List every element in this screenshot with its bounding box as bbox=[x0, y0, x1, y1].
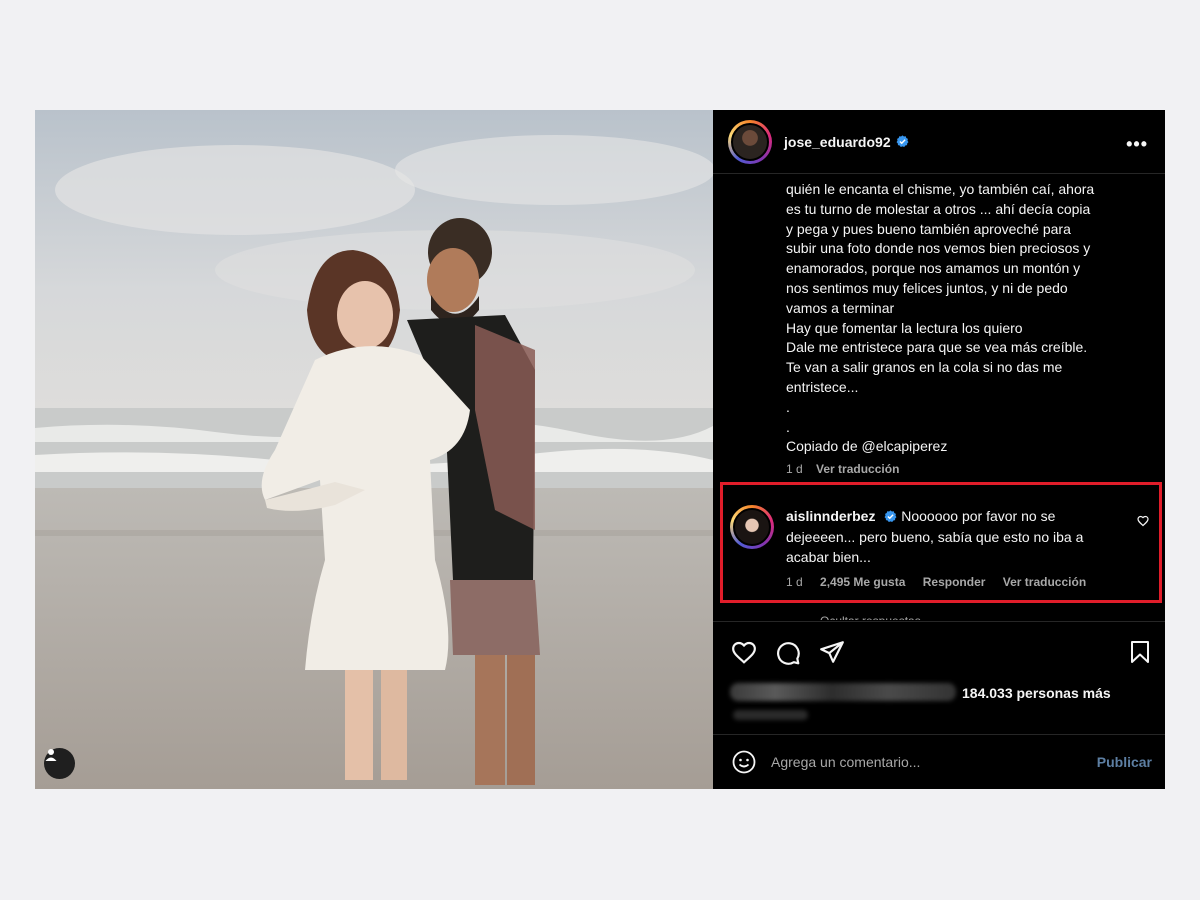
bookmark-icon[interactable] bbox=[1129, 640, 1151, 664]
comment-translate-link[interactable]: Ver traducción bbox=[1003, 575, 1086, 589]
caption-line: Te van a salir granos en la cola si no d… bbox=[786, 359, 1063, 376]
instagram-post: jose_eduardo92 ••• quién le encanta el c… bbox=[35, 110, 1165, 789]
comment-icon[interactable] bbox=[775, 640, 801, 666]
add-comment-bar: Publicar bbox=[713, 734, 1165, 789]
comment-likes-count[interactable]: 2,495 Me gusta bbox=[820, 575, 905, 589]
comment-text-line: Noooooo por favor no se bbox=[901, 508, 1056, 524]
caption-line: . bbox=[786, 418, 790, 435]
emoji-icon[interactable] bbox=[732, 750, 756, 774]
caption-line: vamos a terminar bbox=[786, 299, 895, 316]
author-username[interactable]: jose_eduardo92 bbox=[784, 134, 891, 150]
caption-line: enamorados, porque nos amamos un montón … bbox=[786, 260, 1081, 277]
caption-line: quién le encanta el chisme, yo también c… bbox=[786, 181, 1095, 197]
post-caption: quién le encanta el chisme, yo también c… bbox=[786, 180, 1146, 457]
share-icon[interactable] bbox=[819, 640, 845, 664]
author-avatar[interactable] bbox=[728, 119, 772, 164]
reply-button[interactable]: Responder bbox=[923, 575, 986, 589]
comment-text-line: acabar bien... bbox=[786, 549, 871, 565]
caption-line: es tu turno de molestar a otros ... ahí … bbox=[786, 200, 1091, 217]
beach-couple-illustration bbox=[35, 110, 713, 789]
caption-line: Hay que fomentar la lectura los quiero bbox=[786, 319, 1023, 336]
post-side-panel: jose_eduardo92 ••• quién le encanta el c… bbox=[713, 110, 1165, 789]
hide-replies-link[interactable]: Ocultar respuestas bbox=[820, 612, 921, 620]
verified-icon bbox=[896, 135, 909, 148]
blurred-likers bbox=[730, 683, 956, 701]
caption-translate-link[interactable]: Ver traducción bbox=[816, 462, 899, 476]
publish-button[interactable]: Publicar bbox=[1097, 754, 1152, 770]
caption-line: nos sentimos muy felices juntos, y ni de… bbox=[786, 279, 1068, 296]
likes-count-text: 184.033 personas más bbox=[962, 685, 1111, 701]
post-photo[interactable] bbox=[35, 110, 713, 789]
highlighted-comment: aislinnderbez Noooooo por favor no se de… bbox=[720, 482, 1162, 603]
commenter-avatar[interactable] bbox=[730, 505, 774, 549]
caption-line: Dale me entristece para que se vea más c… bbox=[786, 339, 1088, 356]
comment-like-heart-icon[interactable] bbox=[1137, 515, 1149, 527]
verified-icon bbox=[884, 510, 897, 523]
comment-input[interactable] bbox=[771, 754, 1071, 770]
post-actions bbox=[713, 621, 1165, 681]
caption-line: subir una foto donde nos vemos bien prec… bbox=[786, 240, 1091, 257]
more-icon[interactable]: ••• bbox=[1126, 134, 1148, 155]
caption-age: 1 d bbox=[786, 462, 803, 476]
post-header: jose_eduardo92 ••• bbox=[713, 110, 1165, 174]
comment-text: aislinnderbez Noooooo por favor no se de… bbox=[786, 506, 1131, 568]
caption-line: entristece... bbox=[786, 378, 859, 395]
caption-line: y pega y pues bueno también aproveché pa… bbox=[786, 220, 1071, 237]
caption-meta: 1 d Ver traducción bbox=[786, 462, 909, 476]
user-tag-button[interactable] bbox=[44, 748, 75, 779]
blurred-post-date bbox=[733, 710, 808, 720]
commenter-username[interactable]: aislinnderbez bbox=[786, 508, 875, 524]
likes-summary[interactable]: 184.033 personas más bbox=[730, 683, 1111, 701]
caption-line: . bbox=[786, 398, 790, 415]
user-tag-icon bbox=[45, 749, 57, 761]
heart-icon[interactable] bbox=[731, 640, 757, 664]
comment-text-line: dejeeeen... pero bueno, sabía que esto n… bbox=[786, 528, 1084, 545]
caption-line: Copiado de @elcapiperez bbox=[786, 438, 948, 455]
comment-meta: 1 d 2,495 Me gusta Responder Ver traducc… bbox=[786, 575, 1100, 589]
comment-age: 1 d bbox=[786, 575, 803, 589]
